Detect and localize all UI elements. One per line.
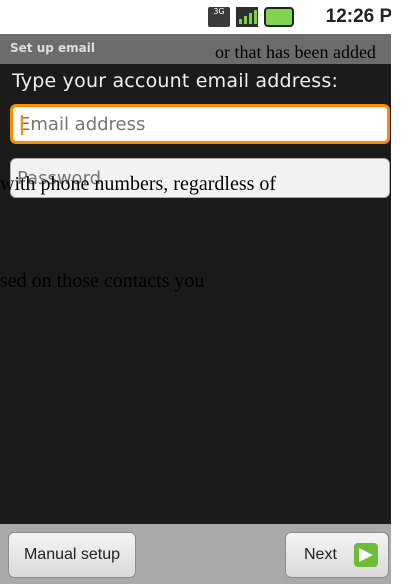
signal-icon <box>236 7 258 27</box>
overlay-text-line-2: with phone numbers, regardless of <box>0 173 277 195</box>
3g-icon: 3G <box>208 7 230 27</box>
email-field[interactable] <box>10 104 390 144</box>
page-title: Set up email <box>10 41 95 55</box>
email-input[interactable] <box>13 107 387 141</box>
battery-icon <box>264 7 294 27</box>
status-icons: 3G <box>208 6 294 28</box>
email-prompt: Type your account email address: <box>12 70 339 92</box>
next-button-label: Next <box>304 546 337 563</box>
manual-setup-button[interactable]: Manual setup <box>8 532 136 578</box>
status-bar: 3G 12:26 PM <box>0 0 416 34</box>
page-margin <box>391 0 416 584</box>
overlay-text-line-3: sed on those contacts you <box>0 270 205 292</box>
overlay-text-line-1: or that has been added <box>215 42 376 62</box>
arrow-right-icon <box>354 543 378 567</box>
next-button[interactable]: Next <box>285 532 389 578</box>
text-cursor <box>21 115 23 135</box>
